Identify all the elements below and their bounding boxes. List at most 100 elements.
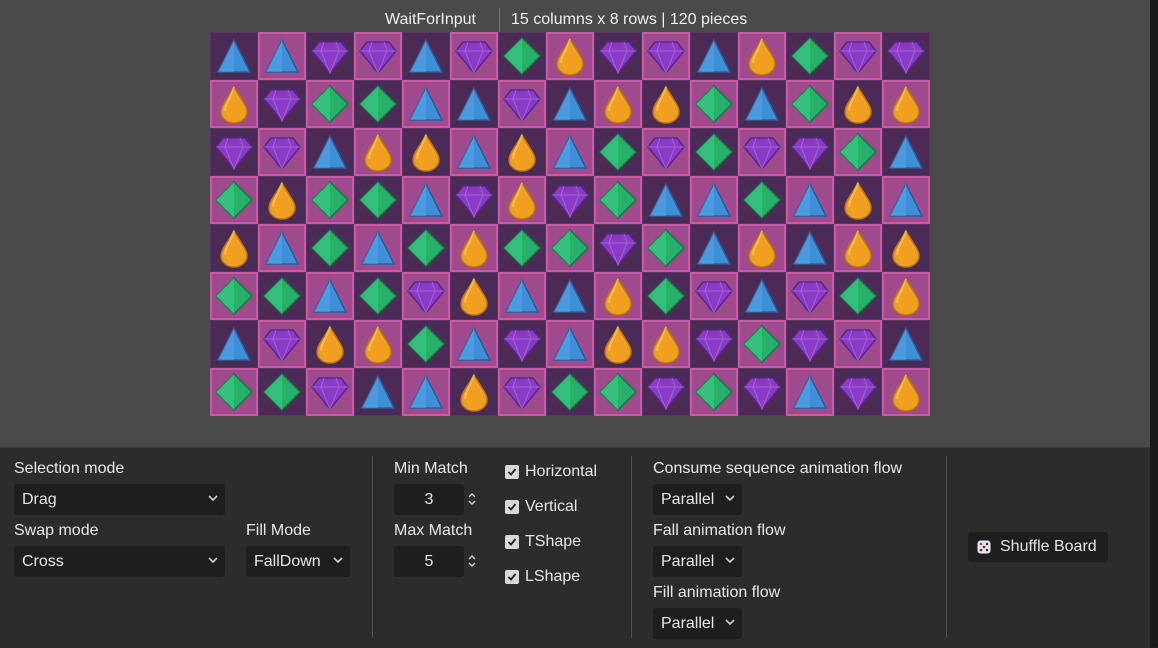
board-cell[interactable] (402, 224, 450, 272)
board-cell[interactable] (306, 32, 354, 80)
board-cell[interactable] (306, 128, 354, 176)
board-cell[interactable] (306, 272, 354, 320)
board-cell[interactable] (450, 224, 498, 272)
board-cell[interactable] (258, 128, 306, 176)
board-cell[interactable] (882, 128, 930, 176)
board-cell[interactable] (690, 80, 738, 128)
board-cell[interactable] (642, 128, 690, 176)
board-cell[interactable] (786, 272, 834, 320)
board-cell[interactable] (450, 80, 498, 128)
board-cell[interactable] (546, 176, 594, 224)
min-match-spinbox[interactable]: 3 (394, 484, 464, 515)
board-cell[interactable] (738, 320, 786, 368)
board-cell[interactable] (882, 80, 930, 128)
board-cell[interactable] (306, 368, 354, 416)
board-cell[interactable] (786, 176, 834, 224)
board-cell[interactable] (210, 80, 258, 128)
board-cell[interactable] (498, 320, 546, 368)
board-cell[interactable] (402, 128, 450, 176)
spin-arrows-icon[interactable] (467, 553, 477, 569)
board-cell[interactable] (786, 80, 834, 128)
board-cell[interactable] (786, 32, 834, 80)
board-cell[interactable] (642, 80, 690, 128)
board-cell[interactable] (834, 32, 882, 80)
board-cell[interactable] (258, 80, 306, 128)
board-cell[interactable] (690, 320, 738, 368)
board-cell[interactable] (498, 224, 546, 272)
board-cell[interactable] (546, 32, 594, 80)
board-cell[interactable] (498, 272, 546, 320)
board-cell[interactable] (642, 32, 690, 80)
board-cell[interactable] (834, 128, 882, 176)
board-cell[interactable] (690, 272, 738, 320)
max-match-spinbox[interactable]: 5 (394, 546, 464, 577)
board-cell[interactable] (690, 128, 738, 176)
board-cell[interactable] (258, 320, 306, 368)
board-cell[interactable] (594, 32, 642, 80)
board-cell[interactable] (258, 272, 306, 320)
board-cell[interactable] (450, 176, 498, 224)
board-cell[interactable] (642, 320, 690, 368)
board-cell[interactable] (354, 80, 402, 128)
board-cell[interactable] (738, 32, 786, 80)
board-cell[interactable] (210, 320, 258, 368)
board-cell[interactable] (210, 224, 258, 272)
board-cell[interactable] (450, 128, 498, 176)
board-cell[interactable] (306, 176, 354, 224)
board-cell[interactable] (642, 176, 690, 224)
board-cell[interactable] (306, 80, 354, 128)
board-cell[interactable] (690, 368, 738, 416)
board-cell[interactable] (738, 80, 786, 128)
fill-mode-select[interactable]: FallDown (246, 546, 350, 577)
board-cell[interactable] (786, 320, 834, 368)
board-cell[interactable] (402, 176, 450, 224)
board-cell[interactable] (450, 272, 498, 320)
board-cell[interactable] (786, 224, 834, 272)
board-cell[interactable] (450, 32, 498, 80)
board-cell[interactable] (882, 320, 930, 368)
board-cell[interactable] (834, 176, 882, 224)
board-cell[interactable] (834, 80, 882, 128)
board-cell[interactable] (738, 128, 786, 176)
board-cell[interactable] (834, 368, 882, 416)
board-cell[interactable] (546, 128, 594, 176)
board-cell[interactable] (498, 368, 546, 416)
vertical-checkbox[interactable]: Vertical (505, 497, 577, 517)
board-cell[interactable] (402, 320, 450, 368)
board-cell[interactable] (498, 128, 546, 176)
board-cell[interactable] (258, 176, 306, 224)
board-cell[interactable] (210, 272, 258, 320)
board-cell[interactable] (642, 272, 690, 320)
board-cell[interactable] (738, 368, 786, 416)
board-cell[interactable] (786, 368, 834, 416)
board-cell[interactable] (210, 32, 258, 80)
tshape-checkbox[interactable]: TShape (505, 532, 581, 552)
board-cell[interactable] (546, 320, 594, 368)
board-cell[interactable] (258, 32, 306, 80)
board-cell[interactable] (354, 272, 402, 320)
board-cell[interactable] (306, 320, 354, 368)
board-cell[interactable] (690, 176, 738, 224)
board-cell[interactable] (786, 128, 834, 176)
board-cell[interactable] (594, 368, 642, 416)
consume-flow-select[interactable]: Parallel (653, 484, 742, 515)
selection-mode-select[interactable]: Drag (14, 484, 225, 515)
board-cell[interactable] (882, 176, 930, 224)
board-cell[interactable] (546, 368, 594, 416)
board-cell[interactable] (210, 176, 258, 224)
board-cell[interactable] (546, 80, 594, 128)
board-cell[interactable] (498, 176, 546, 224)
board-cell[interactable] (594, 176, 642, 224)
board-cell[interactable] (882, 32, 930, 80)
board-cell[interactable] (882, 368, 930, 416)
board-cell[interactable] (546, 272, 594, 320)
board-cell[interactable] (354, 32, 402, 80)
board-cell[interactable] (834, 272, 882, 320)
board-cell[interactable] (306, 224, 354, 272)
board-cell[interactable] (498, 32, 546, 80)
board-cell[interactable] (594, 224, 642, 272)
board-cell[interactable] (210, 368, 258, 416)
board-cell[interactable] (834, 224, 882, 272)
board-cell[interactable] (738, 224, 786, 272)
board-cell[interactable] (738, 176, 786, 224)
